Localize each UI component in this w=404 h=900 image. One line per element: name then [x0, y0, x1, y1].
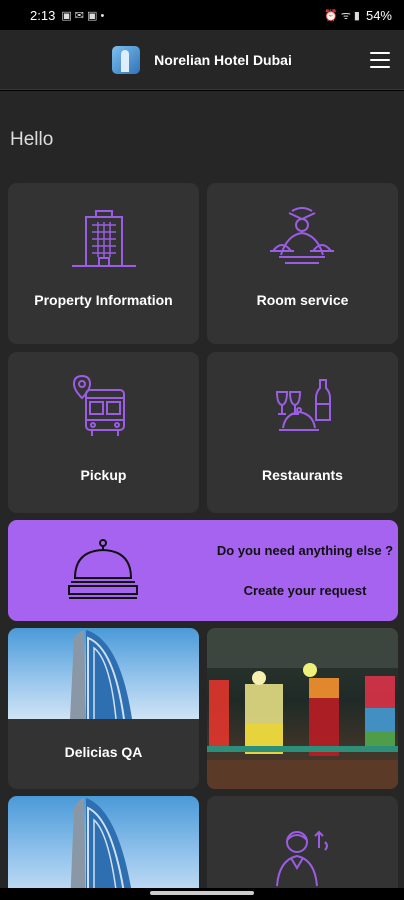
tile-delicias-qa[interactable]: Delicias QA — [8, 628, 199, 789]
tile-pickup[interactable]: Pickup — [8, 352, 199, 513]
tile-label: Delicias QA — [64, 744, 143, 760]
system-status-icons: ⏰ ᯤ ▮ — [324, 9, 360, 22]
app-title: Norelian Hotel Dubai — [154, 51, 292, 68]
create-request-banner[interactable]: Do you need anything else ? Create your … — [8, 520, 398, 621]
concierge-person-icon — [276, 830, 328, 887]
request-question: Do you need anything else ? — [216, 543, 394, 558]
tile-restaurants[interactable]: Restaurants — [207, 352, 398, 513]
notification-icons: ▣ ✉ ▣ • — [61, 9, 105, 22]
burj-al-arab-photo — [8, 796, 199, 888]
cocktails-photo[interactable] — [207, 628, 398, 789]
tile-label: Property Information — [34, 292, 173, 308]
tile-property-information[interactable]: Property Information — [8, 183, 199, 344]
service-bell-icon — [68, 539, 138, 599]
system-navigation-bar — [0, 888, 404, 900]
hotel-tower-image — [70, 798, 132, 888]
waiter-serving-icon — [270, 207, 334, 264]
greeting: Hello — [10, 129, 54, 150]
hamburger-menu-icon[interactable] — [370, 52, 390, 68]
tile-label: Room service — [256, 292, 349, 308]
hotel-logo-icon — [112, 45, 141, 74]
battery-level: 54% — [365, 7, 392, 23]
app-header: Norelian Hotel Dubai — [0, 30, 404, 90]
tile-hotel-photo[interactable] — [8, 796, 199, 888]
main-content: Hello Property Information Room service … — [0, 91, 404, 888]
status-bar: 2:13 ▣ ✉ ▣ • ⏰ ᯤ ▮ 54% — [0, 0, 404, 30]
burj-al-arab-photo — [8, 628, 199, 719]
hotel-tower-image — [70, 630, 132, 719]
bus-pin-icon — [72, 374, 125, 436]
tile-room-service[interactable]: Room service — [207, 183, 398, 344]
tile-label: Restaurants — [262, 467, 343, 483]
create-request-link[interactable]: Create your request — [213, 583, 397, 598]
tile-concierge[interactable] — [207, 796, 398, 888]
dinner-wine-icon — [275, 379, 331, 431]
building-icon — [72, 210, 136, 267]
home-gesture-handle[interactable] — [150, 891, 254, 895]
cocktail-glasses-image — [207, 628, 398, 789]
status-time: 2:13 — [30, 7, 56, 23]
tile-label: Pickup — [80, 467, 127, 483]
